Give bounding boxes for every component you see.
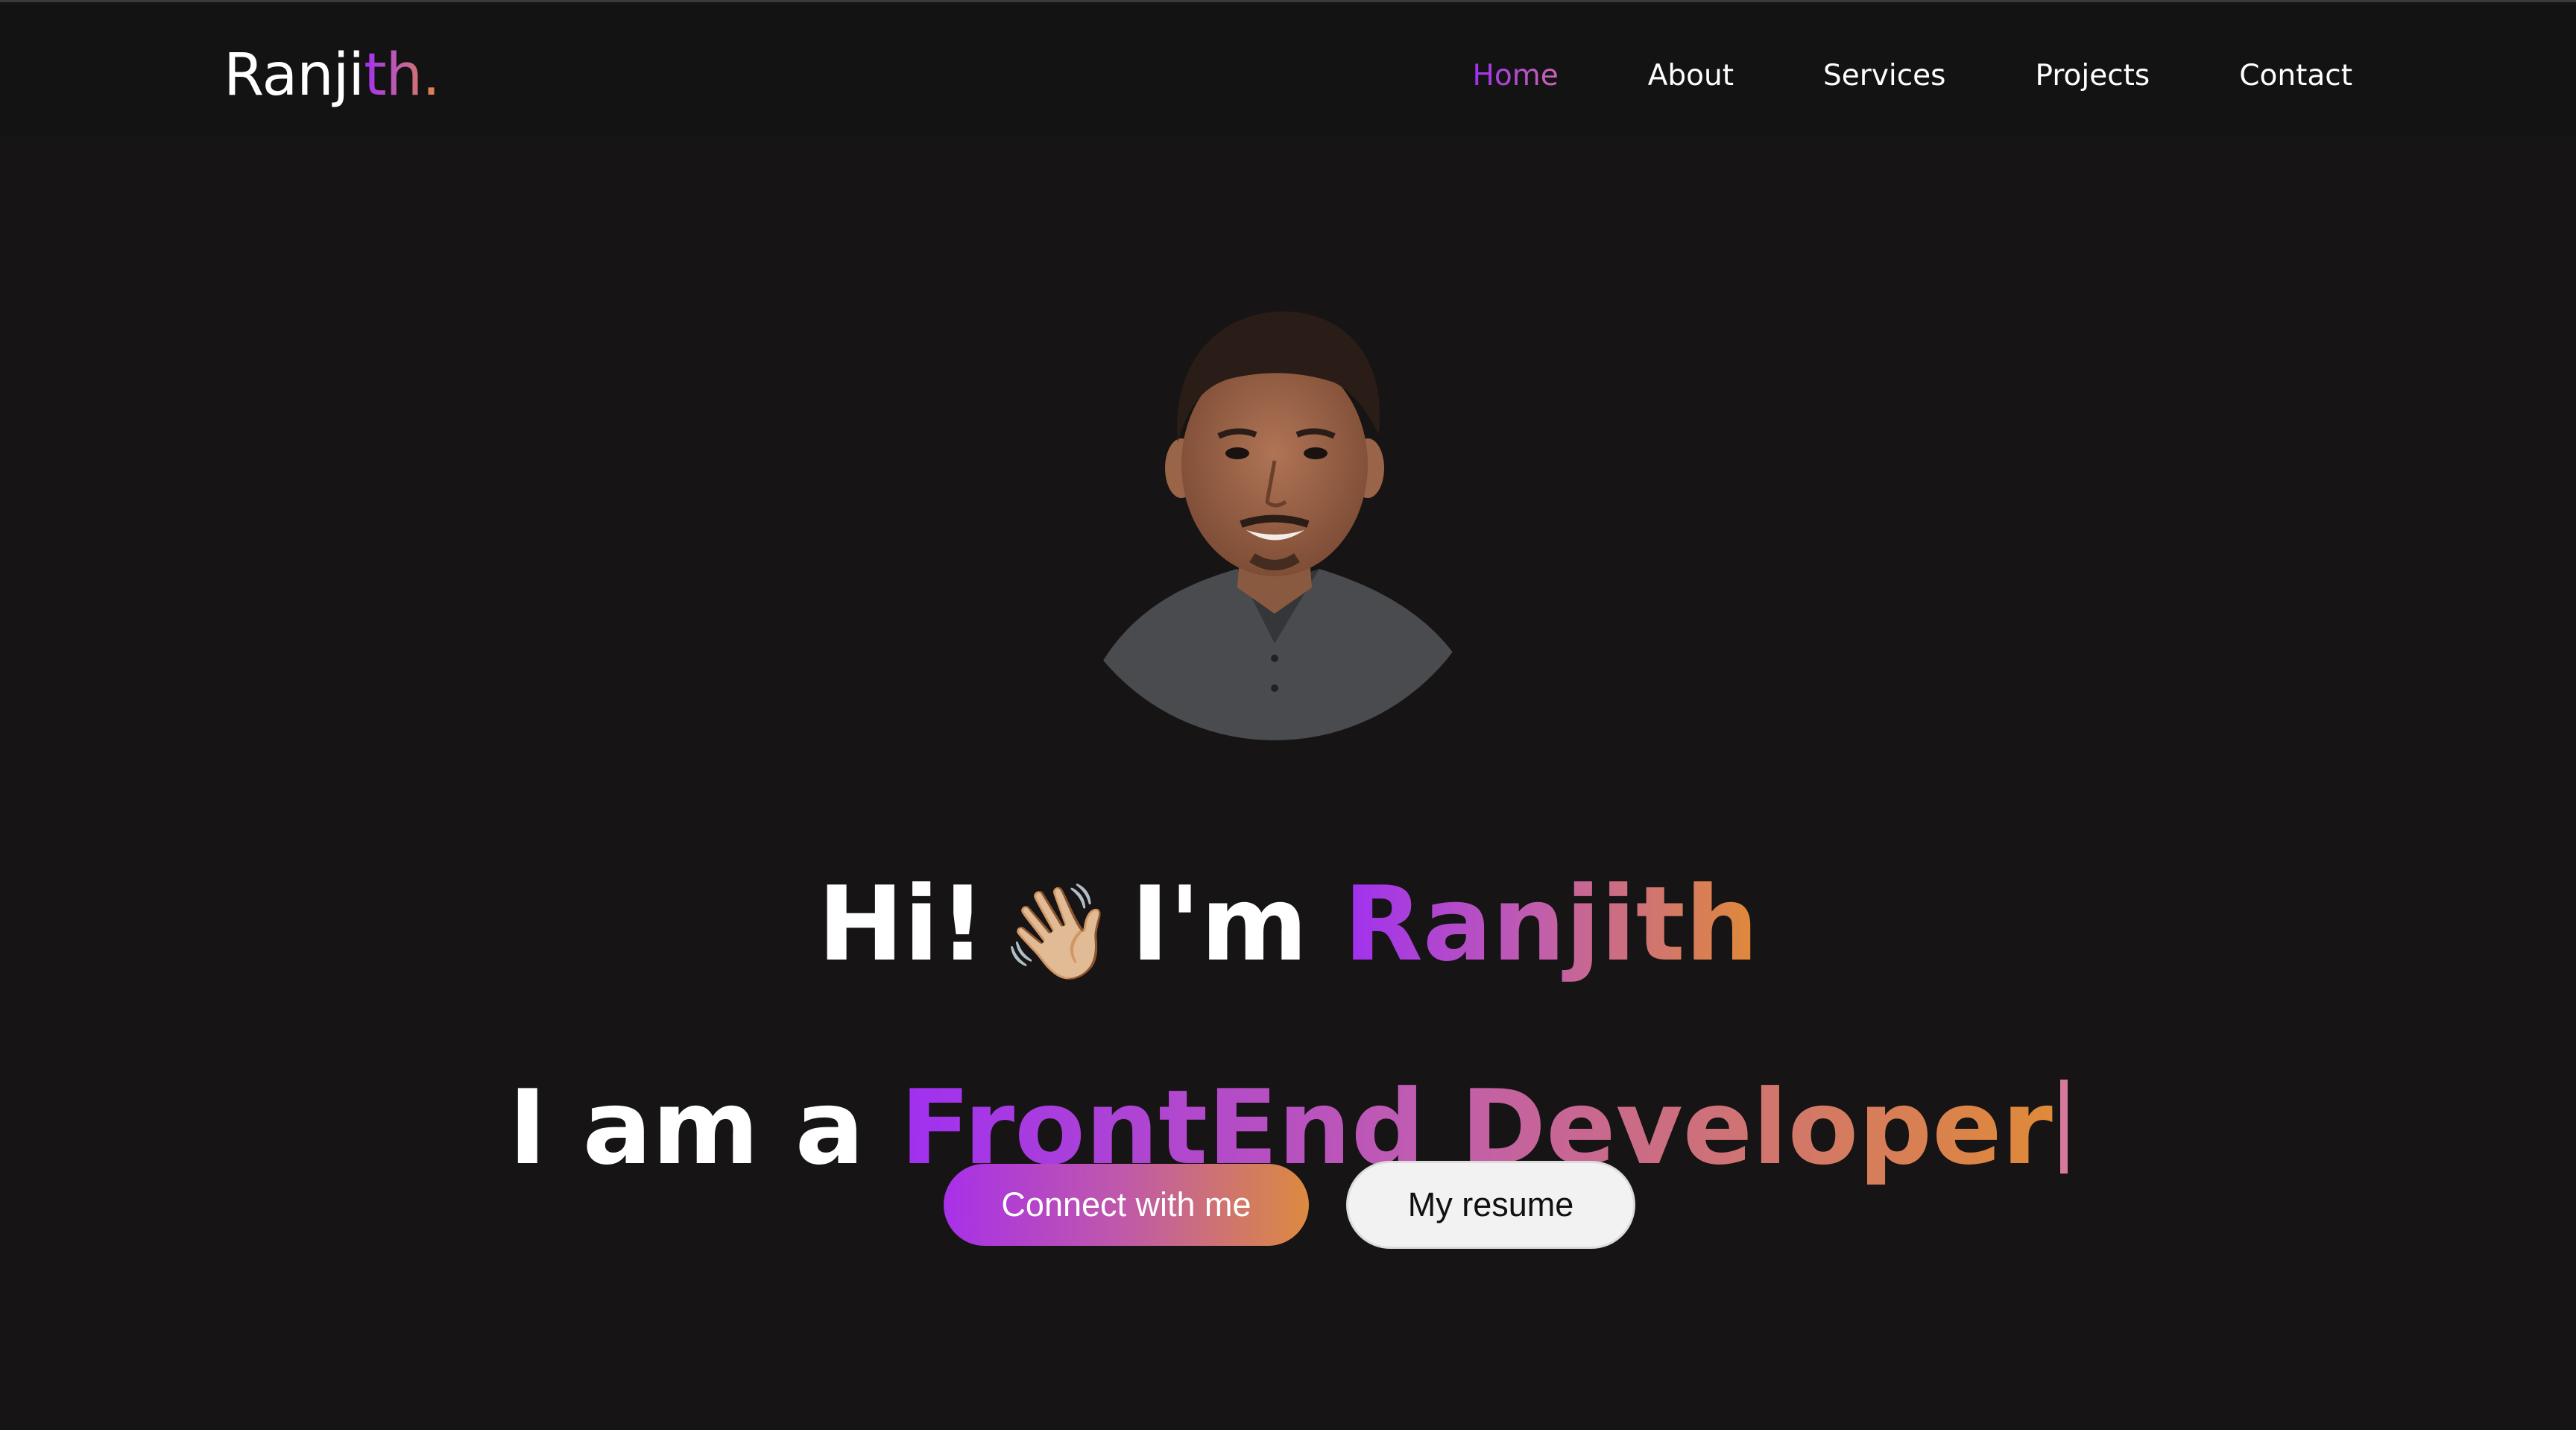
typing-cursor: [2059, 1079, 2068, 1174]
profile-photo-icon: [1051, 293, 1498, 740]
nav-link-services[interactable]: Services: [1823, 59, 1945, 92]
hero-name: Ranjith: [1343, 864, 1759, 985]
tagline-prefix: I am a: [508, 1067, 865, 1188]
nav-link-home[interactable]: Home: [1473, 59, 1559, 92]
greeting-prefix: Hi!: [817, 864, 986, 985]
nav-link-projects[interactable]: Projects: [2036, 59, 2150, 92]
greeting-im: I'm: [1131, 864, 1308, 985]
site-logo[interactable]: Ranjith.: [224, 42, 441, 109]
logo-text-main: Ranji: [224, 42, 364, 109]
nav-link-about[interactable]: About: [1648, 59, 1734, 92]
portfolio-page: Ranjith. Home About Services Projects Co…: [0, 0, 2576, 1430]
hero-greeting: Hi! 👋🏼 I'm Ranjith: [0, 861, 2576, 996]
resume-button[interactable]: My resume: [1346, 1161, 1635, 1249]
navbar: Ranjith. Home About Services Projects Co…: [0, 4, 2576, 136]
waving-hand-icon: 👋🏼: [1000, 879, 1117, 987]
nav-menu: Home About Services Projects Contact: [1473, 49, 2352, 101]
connect-button[interactable]: Connect with me: [944, 1164, 1309, 1246]
logo-text-accent: th.: [364, 42, 441, 109]
profile-avatar: [1051, 293, 1498, 740]
hero-actions: Connect with me My resume: [944, 1161, 1635, 1249]
nav-link-contact[interactable]: Contact: [2239, 59, 2352, 92]
